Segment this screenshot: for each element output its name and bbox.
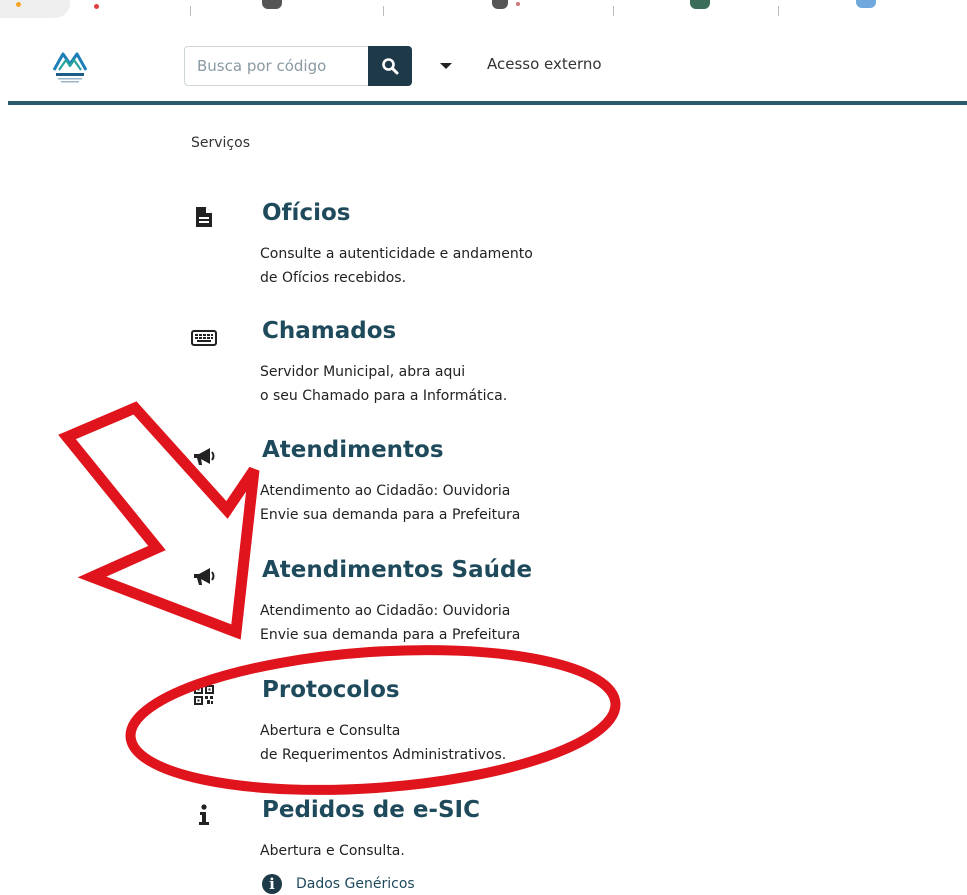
bookmark-favicon[interactable] (262, 0, 282, 9)
search-bar (184, 46, 412, 86)
app-header (0, 28, 967, 104)
description-line: de Ofícios recebidos. (260, 270, 407, 286)
service-description: Consulte a autenticidade e andamento de … (260, 242, 533, 290)
generic-data-label: Dados Genéricos (296, 876, 415, 892)
bookmark-favicon[interactable] (516, 2, 520, 6)
bookmark-separator (613, 6, 614, 16)
description-line: Servidor Municipal, abra aqui (260, 364, 466, 380)
service-description: Abertura e Consulta de Requerimentos Adm… (260, 719, 506, 767)
bookmark-separator (190, 6, 191, 16)
description-line: Atendimento ao Cidadão: Ouvidoria (260, 483, 511, 499)
breadcrumb: Serviços (191, 135, 250, 151)
description-line: Envie sua demanda para a Prefeitura (260, 627, 521, 643)
service-description: Atendimento ao Cidadão: Ouvidoria Envie … (260, 479, 520, 527)
search-button[interactable] (368, 46, 412, 86)
bookmark-favicon[interactable] (94, 4, 99, 9)
annotation-arrow (58, 401, 260, 640)
dropdown-toggle[interactable] (436, 58, 456, 74)
caret-down-icon (440, 63, 452, 69)
description-line: Abertura e Consulta. (260, 843, 405, 859)
description-line: Envie sua demanda para a Prefeitura (260, 507, 521, 523)
info-circle-icon: i (262, 874, 282, 894)
keyboard-icon (190, 324, 218, 352)
description-line: Atendimento ao Cidadão: Ouvidoria (260, 603, 511, 619)
description-line: o seu Chamado para a Informática. (260, 388, 508, 404)
martinopolis-logo-icon (52, 52, 88, 83)
file-icon (190, 203, 218, 231)
bookmark-favicon[interactable] (856, 0, 876, 8)
bookmark-favicon[interactable] (16, 2, 21, 7)
bookmarks-bar (0, 0, 967, 29)
external-access-link[interactable]: Acesso externo (487, 55, 602, 73)
service-title-oficios[interactable]: Ofícios (262, 200, 350, 226)
header-divider (8, 101, 967, 105)
service-description: Servidor Municipal, abra aqui o seu Cham… (260, 360, 507, 408)
service-title-pedidos-esic[interactable]: Pedidos de e-SIC (262, 797, 480, 823)
bookmark-separator (383, 6, 384, 16)
service-title-atendimentos[interactable]: Atendimentos (262, 437, 444, 463)
service-description: Abertura e Consulta. (260, 839, 405, 863)
generic-data-link[interactable]: i Dados Genéricos (262, 874, 415, 894)
search-icon (382, 58, 399, 75)
description-line: Abertura e Consulta (260, 723, 401, 739)
bookmark-separator (778, 6, 779, 16)
service-title-atendimentos-saude[interactable]: Atendimentos Saúde (262, 557, 532, 583)
info-icon (190, 801, 218, 829)
qrcode-icon (190, 681, 218, 709)
logo[interactable] (48, 44, 92, 88)
bookmark-favicon[interactable] (690, 0, 710, 9)
bullhorn-icon (190, 563, 218, 591)
service-description: Atendimento ao Cidadão: Ouvidoria Envie … (260, 599, 520, 647)
description-line: Consulte a autenticidade e andamento (260, 246, 533, 262)
service-title-protocolos[interactable]: Protocolos (262, 677, 400, 703)
bookmark-favicon[interactable] (492, 0, 508, 9)
bookmark-pill[interactable] (0, 0, 70, 18)
bullhorn-icon (190, 443, 218, 471)
service-title-chamados[interactable]: Chamados (262, 318, 396, 344)
search-input[interactable] (184, 46, 368, 86)
description-line: de Requerimentos Administrativos. (260, 747, 507, 763)
